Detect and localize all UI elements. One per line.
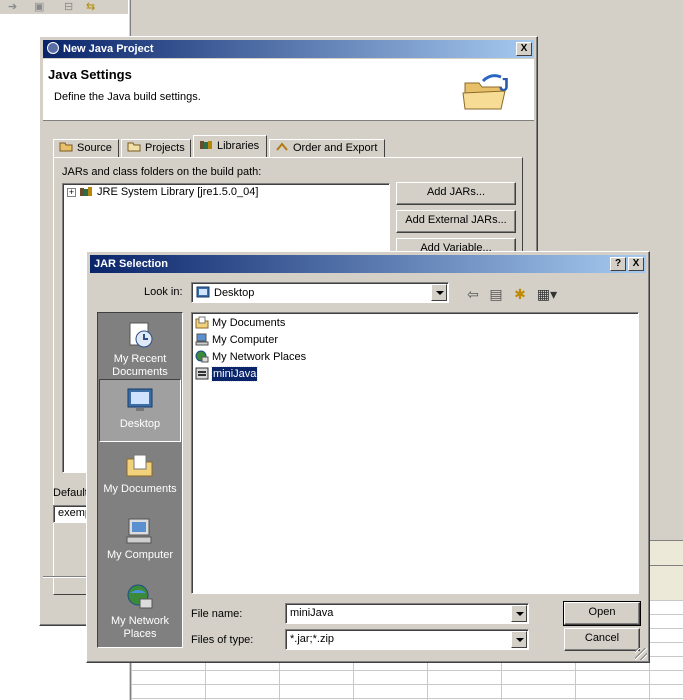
tab-label: Projects [145, 142, 185, 154]
place-label: My Network Places [110, 615, 170, 640]
my-documents-icon [126, 454, 153, 477]
file-label: My Computer [212, 334, 279, 346]
back-icon[interactable]: ⇦ [463, 285, 483, 303]
tab-order-and-export[interactable]: Order and Export [269, 139, 385, 157]
recent-documents-icon [129, 322, 153, 348]
place-desktop[interactable]: Desktop [99, 379, 181, 442]
build-path-label: JARs and class folders on the build path… [62, 166, 262, 178]
dialog-title: JAR Selection [94, 258, 168, 270]
link-icon[interactable]: ⇆ [86, 0, 95, 13]
ide-toolbar: ➔ ▣ ⊟ ⇆ [0, 0, 130, 14]
banner: Java Settings Define the Java build sett… [43, 59, 534, 121]
title-bar: New Java Project X [43, 40, 534, 58]
file-type-combo[interactable]: *.jar;*.zip [285, 629, 529, 650]
forward-arrow-icon[interactable]: ➔ [8, 0, 17, 13]
file-label: My Documents [212, 317, 286, 329]
tab-source[interactable]: Source [53, 139, 119, 157]
file-name-value: miniJava [290, 607, 334, 619]
places-bar: My Recent Documents Desktop My Documents… [97, 312, 183, 648]
tree-item-jre-library[interactable]: + JRE System Library [jre1.5.0_04] [67, 186, 258, 198]
collapse-icon[interactable]: ⊟ [64, 0, 73, 13]
place-label: Desktop [119, 418, 161, 430]
file-label: miniJava [210, 366, 259, 382]
desktop-icon [196, 286, 210, 298]
my-computer-icon [126, 518, 152, 544]
projects-icon [127, 142, 141, 152]
dialog-title: New Java Project [63, 43, 154, 55]
look-in-label: Look in: [144, 286, 183, 298]
view-menu-icon[interactable]: ▦▾ [534, 285, 560, 303]
my-computer-icon [195, 333, 209, 346]
tab-label: Source [77, 142, 112, 154]
place-label: My Documents [103, 483, 177, 495]
toolbar-icon[interactable]: ▣ [34, 0, 44, 13]
tab-label: Order and Export [293, 142, 378, 154]
file-name-label: File name: [191, 608, 243, 620]
banner-heading: Java Settings [48, 67, 132, 82]
help-button[interactable]: ? [610, 257, 626, 271]
jar-file-icon [195, 367, 209, 380]
chevron-down-icon[interactable] [511, 605, 527, 622]
place-my-network-places[interactable]: My Network Places [99, 577, 181, 647]
close-button[interactable]: X [628, 257, 644, 271]
add-external-jars-button[interactable]: Add External JARs... [396, 210, 516, 233]
file-type-value: *.jar;*.zip [290, 633, 335, 645]
add-jars-button[interactable]: Add JARs... [396, 182, 516, 205]
look-in-combo[interactable]: Desktop [191, 282, 449, 303]
desktop-icon [127, 388, 153, 411]
jar-selection-dialog: JAR Selection ? X Look in: Desktop ⇦ ▤ ✱… [86, 251, 650, 663]
my-documents-icon [195, 316, 209, 329]
jar-library-icon [80, 187, 92, 196]
place-my-recent-documents[interactable]: My Recent Documents [99, 315, 181, 379]
place-my-computer[interactable]: My Computer [99, 511, 181, 575]
libraries-icon [200, 141, 212, 149]
open-button[interactable]: Open [563, 601, 641, 626]
network-places-icon [127, 584, 153, 609]
title-bar: JAR Selection ? X [90, 255, 646, 273]
banner-description: Define the Java build settings. [54, 91, 201, 103]
tree-item-label: JRE System Library [jre1.5.0_04] [97, 186, 259, 198]
eclipse-icon [47, 42, 59, 54]
file-item-minijava[interactable]: miniJava [195, 366, 259, 382]
place-label: My Computer [106, 549, 174, 561]
up-folder-icon[interactable]: ▤ [486, 285, 506, 303]
java-folder-icon: J [462, 74, 509, 110]
file-item-my-documents[interactable]: My Documents [195, 315, 285, 331]
file-item-my-network-places[interactable]: My Network Places [195, 349, 306, 365]
file-name-combo[interactable]: miniJava [285, 603, 529, 624]
tab-projects[interactable]: Projects [121, 139, 191, 157]
source-folder-icon [59, 142, 73, 152]
close-button[interactable]: X [516, 42, 532, 56]
place-label: My Recent Documents [112, 353, 168, 378]
tab-label: Libraries [217, 140, 260, 152]
resize-grip-icon[interactable] [635, 648, 647, 660]
expand-icon[interactable]: + [67, 188, 76, 197]
chevron-down-icon[interactable] [511, 631, 527, 648]
network-places-icon [195, 350, 209, 363]
cancel-button[interactable]: Cancel [564, 628, 640, 651]
order-export-icon [276, 142, 288, 151]
place-my-documents[interactable]: My Documents [99, 445, 181, 509]
file-list[interactable]: My Documents My Computer My Network Plac… [191, 312, 639, 594]
look-in-value: Desktop [214, 287, 255, 299]
new-folder-icon[interactable]: ✱ [510, 285, 530, 303]
file-type-label: Files of type: [191, 634, 254, 646]
tab-libraries[interactable]: Libraries [193, 135, 267, 157]
file-item-my-computer[interactable]: My Computer [195, 332, 278, 348]
file-label: My Network Places [212, 351, 307, 363]
default-output-label: Default [53, 487, 88, 499]
svg-text:J: J [499, 75, 509, 95]
chevron-down-icon[interactable] [431, 284, 447, 301]
